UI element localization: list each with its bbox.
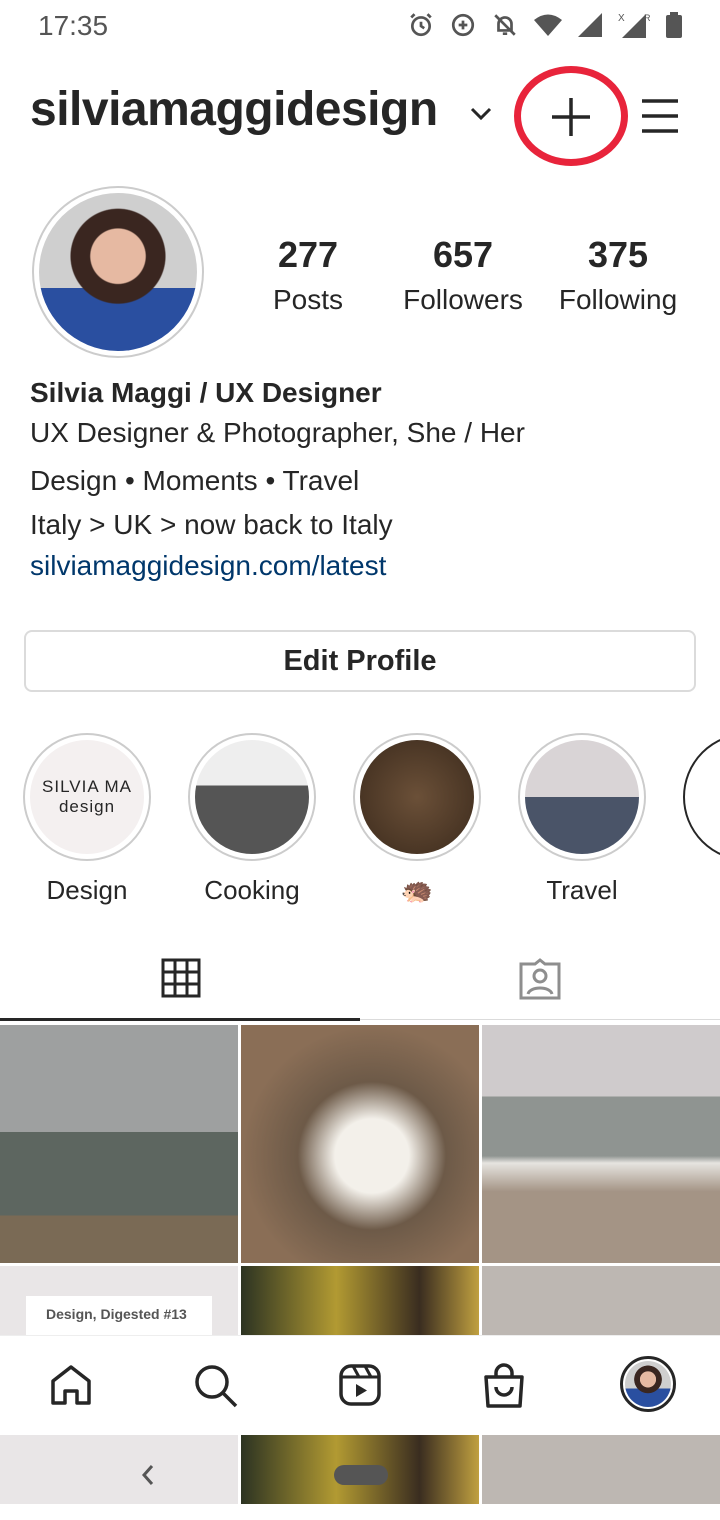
signal-roaming-icon: XR bbox=[618, 13, 650, 38]
home-icon[interactable] bbox=[49, 1363, 93, 1407]
post-harbor[interactable] bbox=[0, 1025, 238, 1263]
status-bar: 17:35 XR bbox=[0, 0, 720, 55]
shop-icon[interactable] bbox=[483, 1363, 525, 1409]
highlight-more[interactable]: N bbox=[683, 733, 720, 906]
stat-following[interactable]: 375 Following bbox=[548, 234, 688, 316]
username-switcher[interactable]: silviamaggidesign bbox=[30, 82, 438, 137]
search-icon[interactable] bbox=[193, 1363, 239, 1409]
post-beach[interactable] bbox=[482, 1025, 720, 1263]
data-saver-icon bbox=[451, 13, 475, 37]
bio-line: Italy > UK > now back to Italy bbox=[30, 509, 393, 540]
edit-profile-button[interactable]: Edit Profile bbox=[24, 630, 696, 692]
reels-icon[interactable] bbox=[338, 1363, 382, 1407]
alarm-icon bbox=[410, 13, 432, 37]
stat-followers[interactable]: 657 Followers bbox=[393, 234, 533, 316]
followers-label: Followers bbox=[403, 284, 523, 315]
stat-posts[interactable]: 277 Posts bbox=[238, 234, 378, 316]
wifi-icon bbox=[534, 14, 562, 36]
tagged-icon[interactable] bbox=[519, 958, 561, 1000]
bio-link[interactable]: silviamaggidesign.com/latest bbox=[30, 550, 386, 582]
highlight-hedgehog[interactable]: 🦔 bbox=[353, 733, 481, 906]
highlight-design[interactable]: SILVIA MA design Design bbox=[23, 733, 151, 906]
highlight-label: Travel bbox=[546, 875, 618, 905]
display-name: Silvia Maggi / UX Designer bbox=[30, 377, 382, 408]
highlight-label: N bbox=[683, 875, 720, 906]
new-post-plus-icon[interactable] bbox=[550, 96, 592, 138]
menu-icon[interactable] bbox=[640, 98, 680, 134]
highlight-cover: SILVIA MA design bbox=[30, 740, 144, 854]
highlight-label: Cooking bbox=[204, 875, 300, 905]
post-cat[interactable] bbox=[241, 1025, 479, 1263]
following-count: 375 bbox=[587, 234, 649, 275]
svg-text:X: X bbox=[618, 13, 625, 24]
bio-line: UX Designer & Photographer, She / Her bbox=[30, 417, 525, 448]
active-tab-indicator bbox=[0, 1018, 360, 1021]
followers-count: 657 bbox=[432, 234, 494, 275]
highlight-label: 🦔 bbox=[400, 875, 434, 905]
system-back-icon[interactable] bbox=[140, 1464, 156, 1486]
svg-text:R: R bbox=[644, 13, 650, 23]
highlight-label: Design bbox=[46, 875, 128, 905]
bottom-nav bbox=[0, 1335, 720, 1435]
posts-label: Posts bbox=[272, 284, 344, 315]
battery-icon bbox=[666, 12, 682, 38]
grid-icon[interactable] bbox=[161, 958, 201, 998]
following-label: Following bbox=[558, 284, 678, 315]
username: silviamaggidesign bbox=[30, 83, 438, 136]
profile-tab-avatar[interactable] bbox=[620, 1356, 676, 1412]
status-icons: XR bbox=[408, 12, 682, 38]
bio-line: Design • Moments • Travel bbox=[30, 465, 360, 496]
posts-count: 277 bbox=[277, 234, 339, 275]
clock: 17:35 bbox=[38, 10, 109, 41]
chevron-down-icon[interactable] bbox=[468, 104, 494, 124]
highlight-cooking[interactable]: Cooking bbox=[188, 733, 316, 906]
system-home-pill[interactable] bbox=[334, 1465, 388, 1485]
signal-icon bbox=[578, 13, 602, 37]
bell-off-icon bbox=[494, 14, 516, 36]
highlight-travel[interactable]: Travel bbox=[518, 733, 646, 906]
profile-avatar[interactable] bbox=[32, 186, 204, 358]
